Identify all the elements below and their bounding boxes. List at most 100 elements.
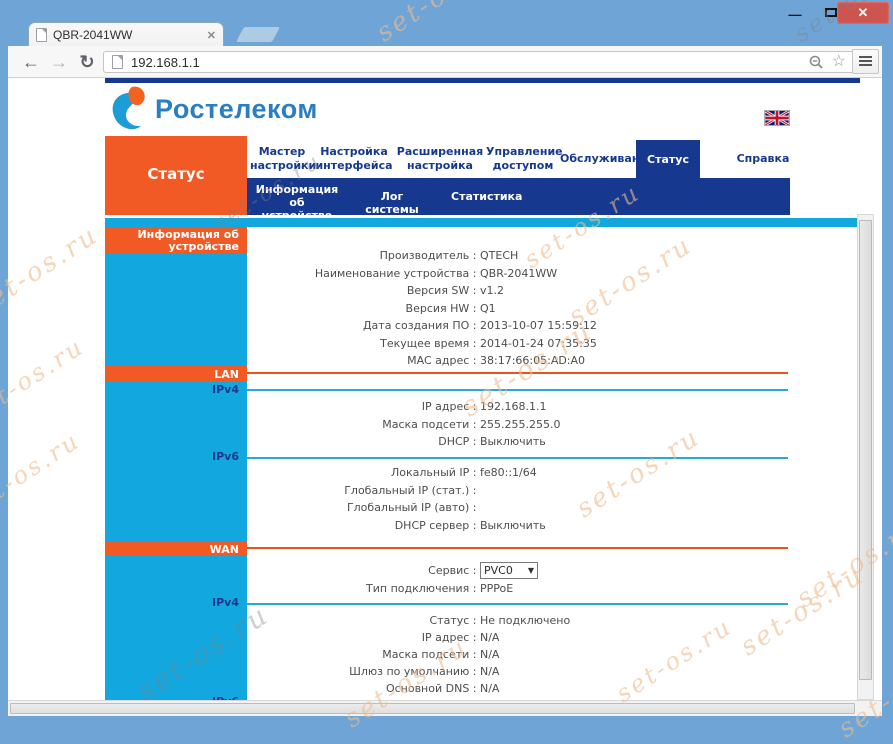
info-row: СтатусНе подключено xyxy=(247,612,792,629)
row-value: N/A xyxy=(480,631,499,644)
row-label: Статус xyxy=(247,614,480,627)
page-top-rule xyxy=(105,78,860,83)
bookmark-star-icon[interactable]: ☆ xyxy=(832,54,846,70)
row-label: Версия SW xyxy=(247,284,480,297)
url-bar[interactable]: 192.168.1.1 ☆ xyxy=(103,51,855,73)
sidebar-label-wan-ipv4: IPv4 xyxy=(105,596,247,609)
info-row: Тип подключенияPPPoE xyxy=(247,580,792,598)
info-row: Маска подсети255.255.255.0 xyxy=(247,416,792,434)
service-select-value: PVC0 xyxy=(484,564,513,577)
row-label: Версия HW xyxy=(247,302,480,315)
brand-name: Ростелеком xyxy=(155,94,318,125)
subnav-device-info[interactable]: Информация об устройстве xyxy=(255,183,339,222)
rostelecom-logo: Ростелеком xyxy=(108,86,318,132)
row-label: IP адрес xyxy=(247,400,480,413)
tab-nastroyka-interfeysa[interactable]: Настройка интерфейса xyxy=(314,140,394,178)
lan-ipv4-divider xyxy=(247,389,788,391)
horizontal-scrollbar-thumb[interactable] xyxy=(10,703,855,714)
vertical-scrollbar[interactable] xyxy=(857,214,874,700)
browser-tab[interactable]: QBR-2041WW ✕ xyxy=(28,22,224,47)
lan-ipv6-section: Локальный IPfe80::1/64 Глобальный IP (ст… xyxy=(247,464,792,534)
sidebar-item-device-info[interactable]: Информация об устройстве xyxy=(105,227,247,254)
wan-service-section: Сервис PVC0 ▼ Тип подключенияPPPoE xyxy=(247,560,792,598)
row-label: Маска подсети xyxy=(247,418,480,431)
row-label: Тип подключения xyxy=(247,582,480,595)
device-info-section: ПроизводительQTECH Наименование устройст… xyxy=(247,247,792,370)
info-row: Шлюз по умолчаниюN/A xyxy=(247,663,792,680)
sidebar: Информация об устройстве LAN IPv4 IPv6 W… xyxy=(105,227,247,700)
vertical-scrollbar-thumb[interactable] xyxy=(859,220,872,680)
info-row: DHCPВыключить xyxy=(247,433,792,451)
info-row: Дата создания ПО2013-10-07 15:59:12 xyxy=(247,317,792,335)
browser-window: { "browser": { "tab_title": "QBR-2041WW"… xyxy=(0,0,893,728)
info-row: IP адресN/A xyxy=(247,629,792,646)
sidebar-item-wan[interactable]: WAN xyxy=(105,541,247,556)
row-label: Текущее время xyxy=(247,337,480,350)
wan-divider xyxy=(247,547,788,549)
row-label: Шлюз по умолчанию xyxy=(247,665,480,678)
forward-button[interactable]: → xyxy=(46,49,72,75)
tab-close-icon[interactable]: ✕ xyxy=(207,29,216,42)
page-icon xyxy=(112,55,123,69)
row-label: Локальный IP xyxy=(247,466,480,479)
english-language-flag-icon[interactable] xyxy=(764,110,790,126)
tab-master-nastroyki[interactable]: Мастер настройки xyxy=(250,140,314,178)
horizontal-scrollbar[interactable] xyxy=(8,700,882,716)
row-value: 255.255.255.0 xyxy=(480,418,560,431)
reload-button[interactable]: ↻ xyxy=(74,49,100,75)
back-button[interactable]: ← xyxy=(18,49,44,75)
row-label: Дата создания ПО xyxy=(247,319,480,332)
lan-ipv4-section: IP адрес192.168.1.1 Маска подсети255.255… xyxy=(247,398,792,451)
sidebar-item-lan[interactable]: LAN xyxy=(105,366,247,381)
page-viewport: Ростелеком Мастер настройки Настройка ин… xyxy=(8,78,882,700)
info-row: Версия HWQ1 xyxy=(247,300,792,318)
info-row: Версия SWv1.2 xyxy=(247,282,792,300)
row-label: Наименование устройства xyxy=(247,267,480,280)
subnav-statistics[interactable]: Статистика xyxy=(451,190,517,203)
tab-upravlenie-dostupom[interactable]: Управление доступом xyxy=(486,140,560,178)
row-label: IP адрес xyxy=(247,631,480,644)
row-value: PPPoE xyxy=(480,582,513,595)
info-row: MAC адрес38:17:66:05:AD:A0 xyxy=(247,352,792,370)
row-value: 192.168.1.1 xyxy=(480,400,546,413)
new-tab-button[interactable] xyxy=(236,27,280,42)
row-label: Глобальный IP (авто) xyxy=(247,501,480,514)
info-row: Основной DNSN/A xyxy=(247,680,792,697)
page-icon xyxy=(36,28,47,42)
chevron-down-icon: ▼ xyxy=(528,566,534,575)
row-value: Выключить xyxy=(480,435,546,448)
menu-button[interactable] xyxy=(852,49,879,74)
tab-rasshirennaya-nastroyka[interactable]: Расширенная настройка xyxy=(396,140,484,178)
row-value: QBR-2041WW xyxy=(480,267,557,280)
sidebar-title: Статус xyxy=(105,136,247,215)
row-label: DHCP xyxy=(247,435,480,448)
info-row: Локальный IPfe80::1/64 xyxy=(247,464,792,482)
info-row: Глобальный IP (авто) xyxy=(247,499,792,517)
row-value: Не подключено xyxy=(480,614,570,627)
wan-ipv4-section: СтатусНе подключено IP адресN/A Маска по… xyxy=(247,612,792,697)
tab-title: QBR-2041WW xyxy=(53,28,201,42)
info-row: Наименование устройстваQBR-2041WW xyxy=(247,265,792,283)
row-value: Выключить xyxy=(480,519,546,532)
tab-spravka[interactable]: Справка xyxy=(724,140,802,178)
row-label: Производитель xyxy=(247,249,480,262)
row-label: Основной DNS xyxy=(247,682,480,695)
row-label: DHCP сервер xyxy=(247,519,480,532)
info-row: ПроизводительQTECH xyxy=(247,247,792,265)
sidebar-label-lan-ipv6: IPv6 xyxy=(105,450,247,463)
row-value: N/A xyxy=(480,648,499,661)
lan-ipv6-divider xyxy=(247,457,788,459)
subnav-system-log[interactable]: Лог системы xyxy=(357,190,427,216)
zoom-icon[interactable] xyxy=(809,55,824,70)
row-value: N/A xyxy=(480,665,499,678)
service-select[interactable]: PVC0 ▼ xyxy=(480,562,538,579)
row-value: QTECH xyxy=(480,249,518,262)
url-text[interactable]: 192.168.1.1 xyxy=(131,55,801,70)
maximize-icon xyxy=(825,8,837,17)
watermark: set-os.ru xyxy=(371,0,506,48)
close-window-button[interactable]: ✕ xyxy=(837,2,889,24)
minimize-button[interactable]: — xyxy=(782,4,808,21)
row-label: Сервис xyxy=(247,564,480,577)
browser-toolbar: ← → ↻ 192.168.1.1 ☆ xyxy=(8,46,882,78)
row-label: MAC адрес xyxy=(247,354,480,367)
